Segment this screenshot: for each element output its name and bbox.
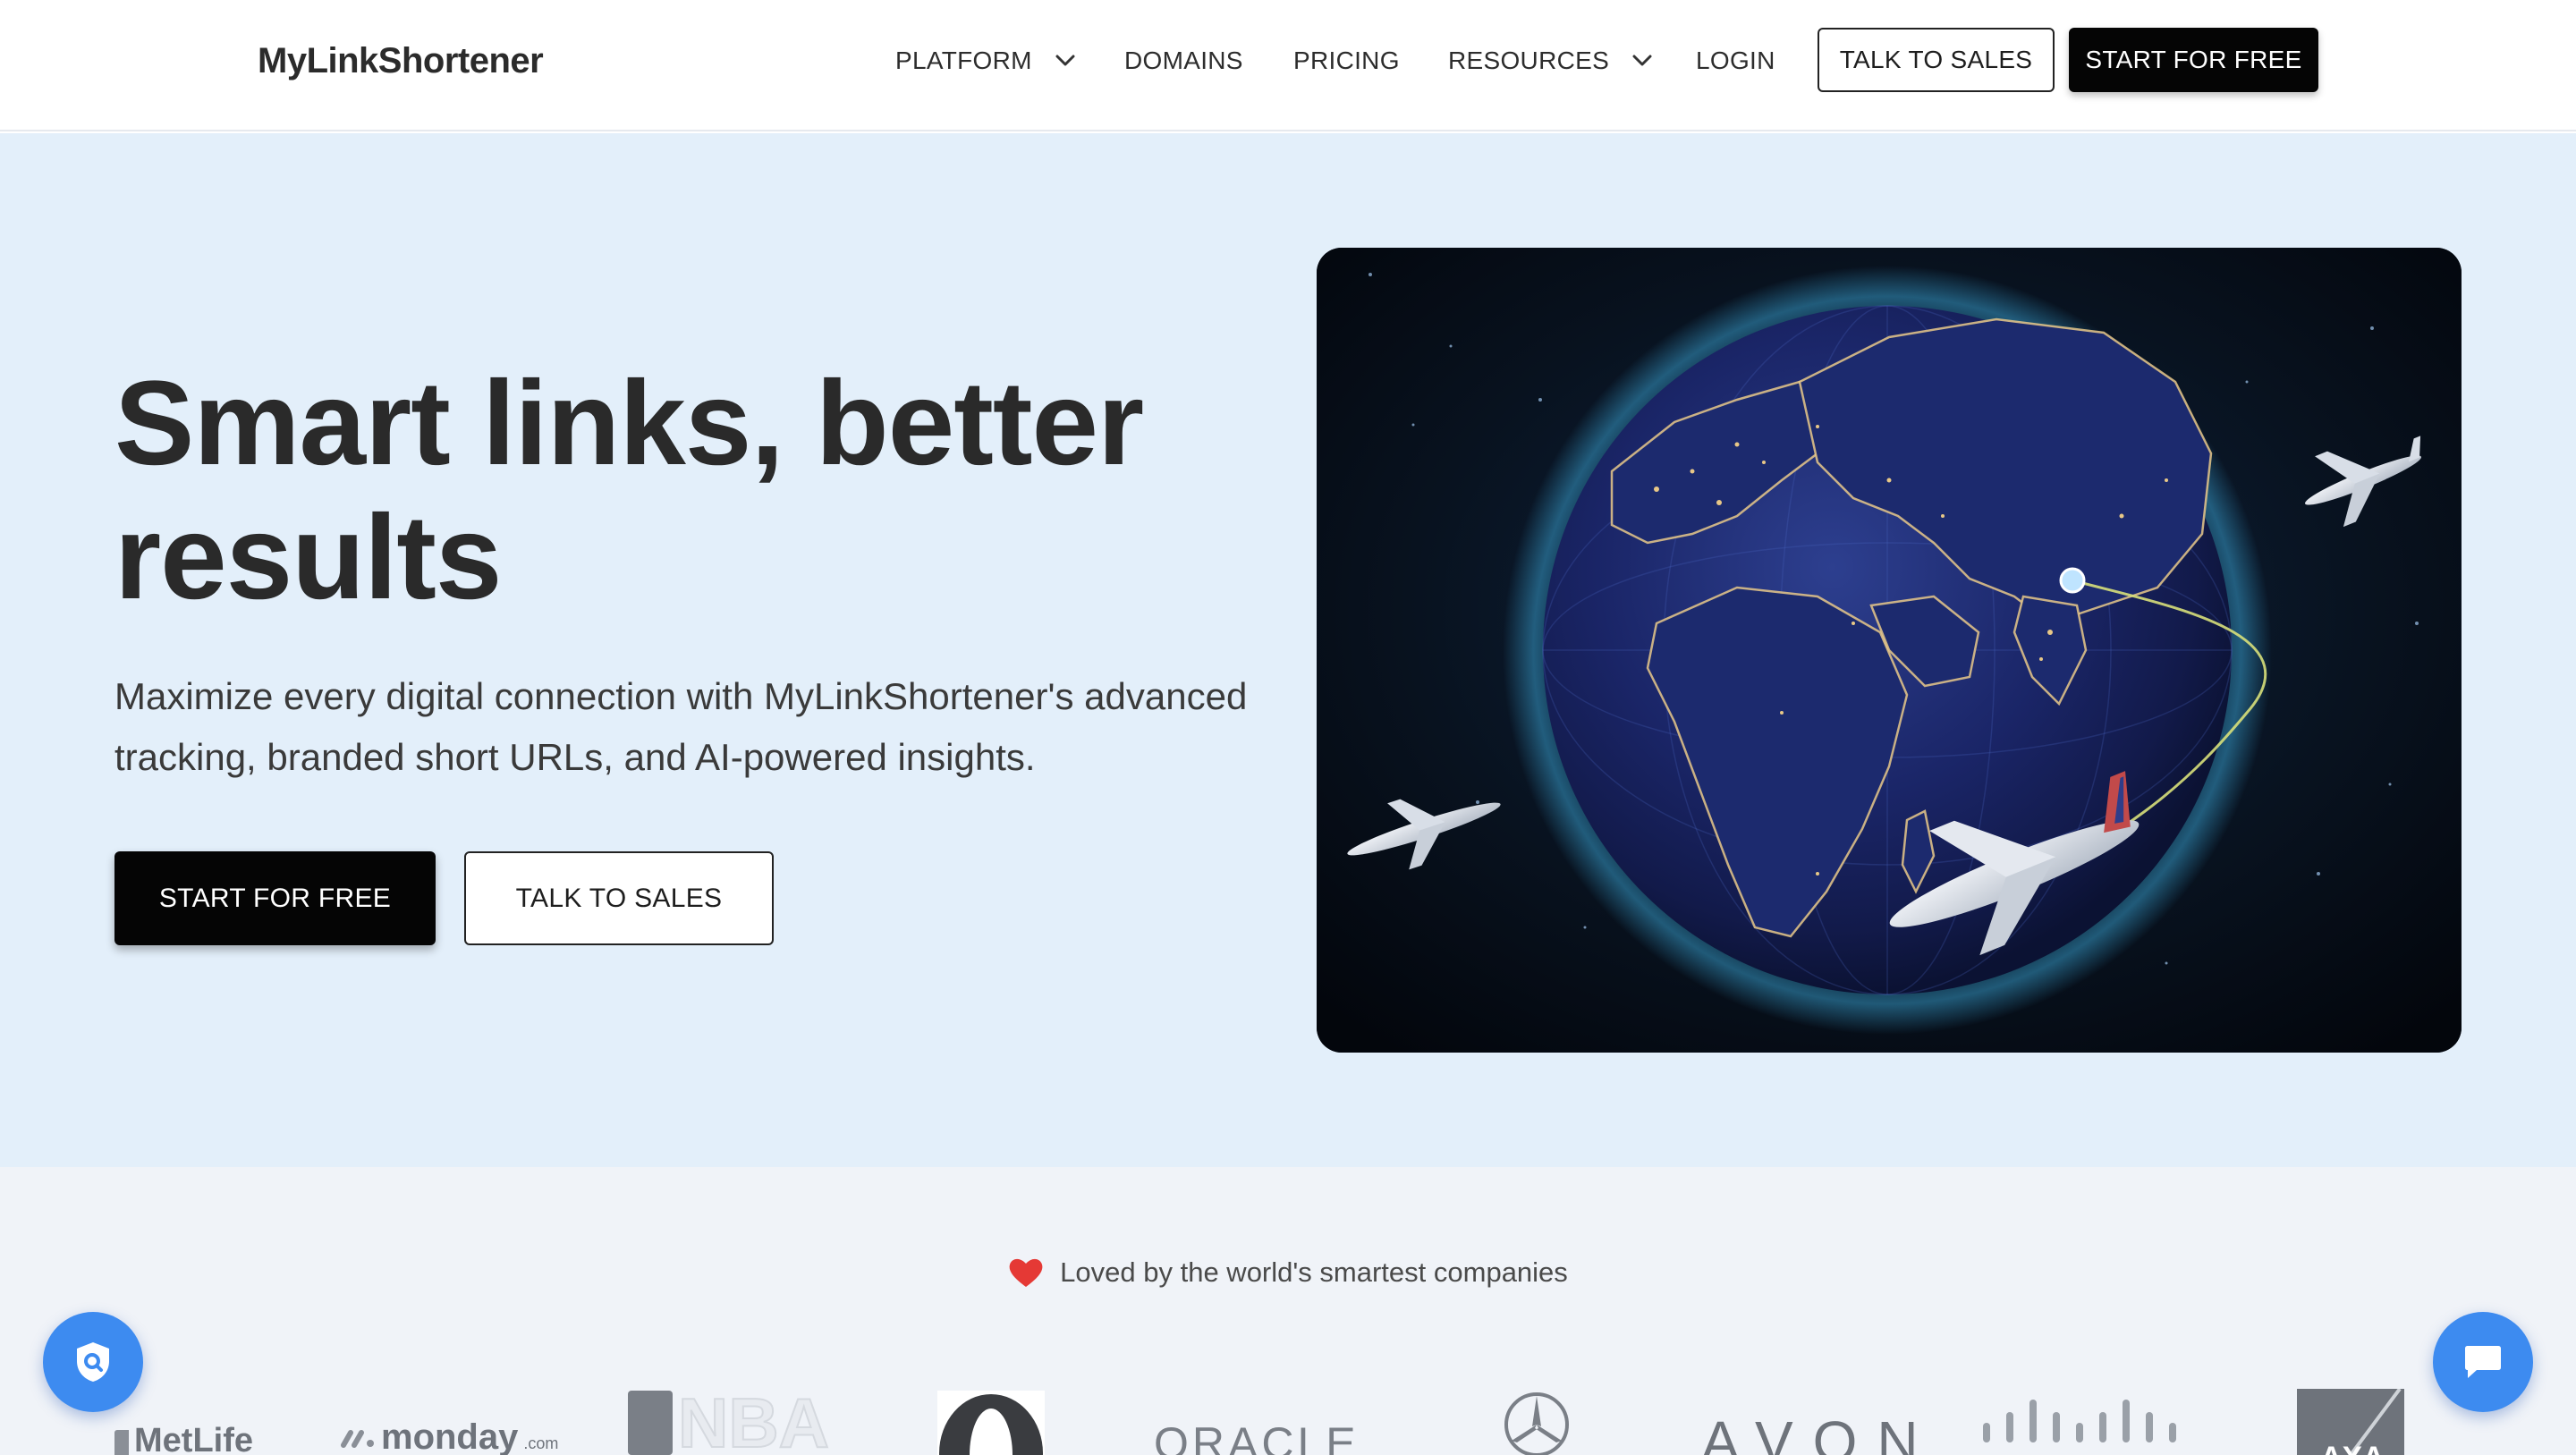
mercedes-star-icon: [1504, 1392, 1569, 1455]
start-for-free-button[interactable]: START FOR FREE: [2069, 28, 2318, 92]
nba-logo: NBA: [628, 1383, 830, 1455]
site-header: MyLinkShortener PLATFORM DOMAINS PRICING…: [0, 0, 2576, 131]
monday-logo: monday .com: [340, 1417, 558, 1455]
cisco-logo: [1981, 1391, 2178, 1455]
hero-section: Smart links, better results Maximize eve…: [0, 133, 2576, 1167]
site-logo[interactable]: MyLinkShortener: [258, 41, 544, 81]
nav-domains[interactable]: DOMAINS: [1124, 47, 1243, 75]
hero-talk-to-sales-button[interactable]: TALK TO SALES: [464, 851, 774, 945]
nba-logo-text: NBA: [677, 1383, 830, 1455]
monday-mark-icon: [341, 1430, 374, 1448]
nav-login[interactable]: LOGIN: [1696, 47, 1775, 75]
hero-subtitle: Maximize every digital connection with M…: [114, 675, 1248, 778]
globe-image: [1317, 248, 2462, 1053]
chevron-down-icon: [1055, 55, 1075, 66]
heart-icon: [1009, 1258, 1043, 1287]
nav-resources[interactable]: RESOURCES: [1448, 47, 1652, 75]
opera-icon: [939, 1394, 1043, 1455]
shield-icon: [77, 1342, 109, 1382]
customer-logos-section: Loved by the world's smartest companies …: [0, 1167, 2576, 1455]
nav-platform-label: PLATFORM: [895, 47, 1032, 74]
mercedes-logo: [1503, 1391, 1571, 1455]
axa-logo-text: AXA: [2320, 1441, 2385, 1455]
opera-logo: [937, 1391, 1045, 1455]
hero-start-for-free-button[interactable]: START FOR FREE: [114, 851, 436, 945]
metlife-logo-text: MetLife: [134, 1422, 253, 1455]
avon-logo: AVON: [1701, 1409, 1938, 1455]
loved-by-heading: Loved by the world's smartest companies: [0, 1256, 2576, 1289]
nav-resources-label: RESOURCES: [1448, 47, 1610, 74]
hero-globe-illustration: [1317, 248, 2462, 1053]
chat-button[interactable]: [2433, 1312, 2533, 1412]
talk-to-sales-button[interactable]: TALK TO SALES: [1818, 28, 2055, 92]
nav-platform[interactable]: PLATFORM: [895, 47, 1075, 75]
monday-logo-text: monday: [381, 1417, 519, 1455]
monday-logo-suffix: .com: [523, 1434, 559, 1452]
metlife-logo: MetLife: [114, 1422, 253, 1455]
privacy-shield-button[interactable]: [43, 1312, 143, 1412]
axa-logo: AXA: [2297, 1389, 2404, 1455]
chevron-down-icon: [1632, 55, 1652, 66]
chat-bubble-icon: [2465, 1346, 2501, 1378]
loved-by-text: Loved by the world's smartest companies: [1060, 1256, 1568, 1288]
hero-title: Smart links, better results: [114, 357, 1144, 624]
cisco-bars-icon: [1983, 1400, 2176, 1442]
nav-pricing[interactable]: PRICING: [1293, 47, 1400, 75]
oracle-logo: ORACLE: [1154, 1418, 1360, 1455]
